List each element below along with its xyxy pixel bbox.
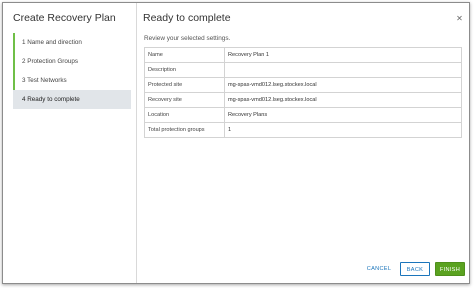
row-value: 1: [224, 122, 462, 138]
row-value: mg-spas-vmd012.lseg.stockex.local: [224, 92, 462, 108]
row-key: Name: [144, 47, 225, 63]
row-key: Total protection groups: [144, 122, 225, 138]
back-button[interactable]: BACK: [400, 262, 430, 276]
table-row: Location Recovery Plans: [144, 107, 462, 123]
step-test-networks[interactable]: 3 Test Networks: [13, 71, 131, 90]
wizard-steps: 1 Name and direction 2 Protection Groups…: [13, 33, 131, 109]
row-key: Recovery site: [144, 92, 225, 108]
review-settings-table: Name Recovery Plan 1 Description Protect…: [144, 47, 462, 138]
table-row: Protected site mg-spas-vmd012.lseg.stock…: [144, 77, 462, 93]
row-value: Recovery Plan 1: [224, 47, 462, 63]
close-icon[interactable]: ✕: [455, 14, 464, 23]
create-recovery-plan-dialog: Create Recovery Plan 1 Name and directio…: [2, 2, 470, 284]
row-value: Recovery Plans: [224, 107, 462, 123]
table-row: Name Recovery Plan 1: [144, 47, 462, 63]
wizard-title: Create Recovery Plan: [13, 12, 116, 24]
cancel-button[interactable]: CANCEL: [363, 262, 395, 276]
step-protection-groups[interactable]: 2 Protection Groups: [13, 52, 131, 71]
finish-button[interactable]: FINISH: [435, 262, 465, 276]
page-subtitle: Review your selected settings.: [144, 35, 231, 42]
step-ready-to-complete[interactable]: 4 Ready to complete: [13, 90, 131, 109]
row-key: Protected site: [144, 77, 225, 93]
row-value: [224, 62, 462, 78]
table-row: Total protection groups 1: [144, 122, 462, 138]
row-key: Description: [144, 62, 225, 78]
page-title: Ready to complete: [143, 12, 231, 24]
table-row: Recovery site mg-spas-vmd012.lseg.stocke…: [144, 92, 462, 108]
row-value: mg-spas-vmd012.lseg.stockex.local: [224, 77, 462, 93]
step-name-and-direction[interactable]: 1 Name and direction: [13, 33, 131, 52]
wizard-main-panel: Ready to complete ✕ Review your selected…: [137, 3, 469, 283]
wizard-sidebar: Create Recovery Plan 1 Name and directio…: [3, 3, 137, 283]
row-key: Location: [144, 107, 225, 123]
table-row: Description: [144, 62, 462, 78]
